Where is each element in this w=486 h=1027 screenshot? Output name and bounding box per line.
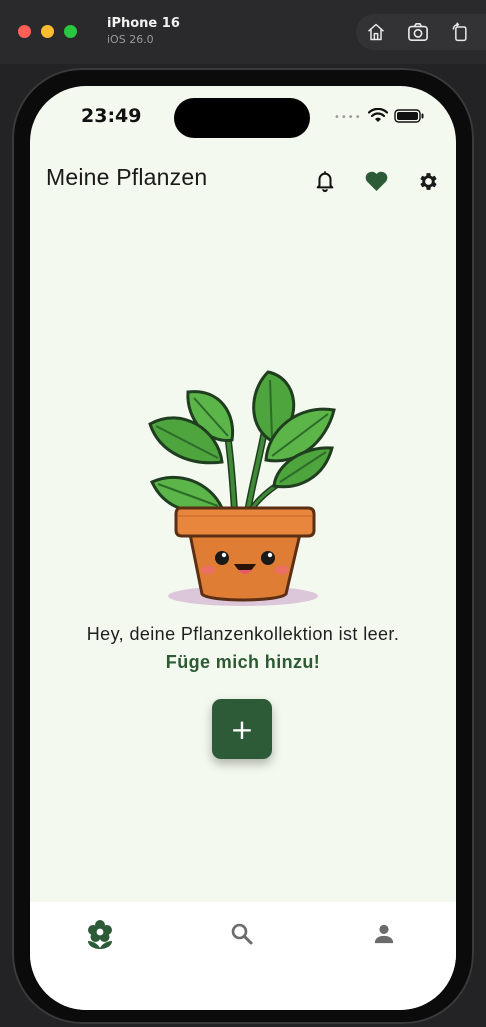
bottom-nav bbox=[30, 902, 456, 1010]
home-icon[interactable] bbox=[364, 21, 388, 43]
dynamic-island bbox=[174, 98, 310, 138]
status-time: 23:49 bbox=[81, 105, 142, 127]
potted-plant-illustration bbox=[148, 370, 336, 606]
phone-screen: 23:49 •••• Meine Pflanzen Hey, deine Pfl… bbox=[30, 86, 456, 1010]
heart-icon[interactable] bbox=[363, 168, 389, 194]
cellular-dots-icon: •••• bbox=[334, 112, 362, 123]
close-window-button[interactable] bbox=[18, 25, 31, 38]
simulator-toolbar bbox=[356, 14, 486, 50]
bell-icon[interactable] bbox=[312, 168, 338, 194]
simulator-titlebar: iPhone 16 iOS 26.0 bbox=[0, 0, 486, 64]
status-icons: •••• bbox=[334, 107, 424, 127]
flower-icon[interactable] bbox=[84, 918, 116, 950]
add-plant-button-label: + bbox=[230, 712, 254, 746]
empty-state-cta: Füge mich hinzu! bbox=[165, 652, 321, 672]
screenshot-icon[interactable] bbox=[406, 21, 430, 43]
battery-icon bbox=[393, 108, 424, 127]
minimize-window-button[interactable] bbox=[41, 25, 54, 38]
device-name: iPhone 16 bbox=[107, 16, 180, 31]
empty-state-message: Hey, deine Pflanzenkollektion ist leer. bbox=[86, 624, 400, 644]
page-title: Meine Pflanzen bbox=[46, 164, 208, 190]
device-os-version: iOS 26.0 bbox=[107, 33, 154, 46]
rotate-icon[interactable] bbox=[448, 21, 472, 43]
search-icon[interactable] bbox=[226, 918, 258, 950]
gear-icon[interactable] bbox=[415, 168, 441, 194]
zoom-window-button[interactable] bbox=[64, 25, 77, 38]
person-icon[interactable] bbox=[368, 918, 400, 950]
add-plant-button[interactable]: + bbox=[212, 699, 272, 759]
wifi-icon bbox=[367, 107, 388, 127]
